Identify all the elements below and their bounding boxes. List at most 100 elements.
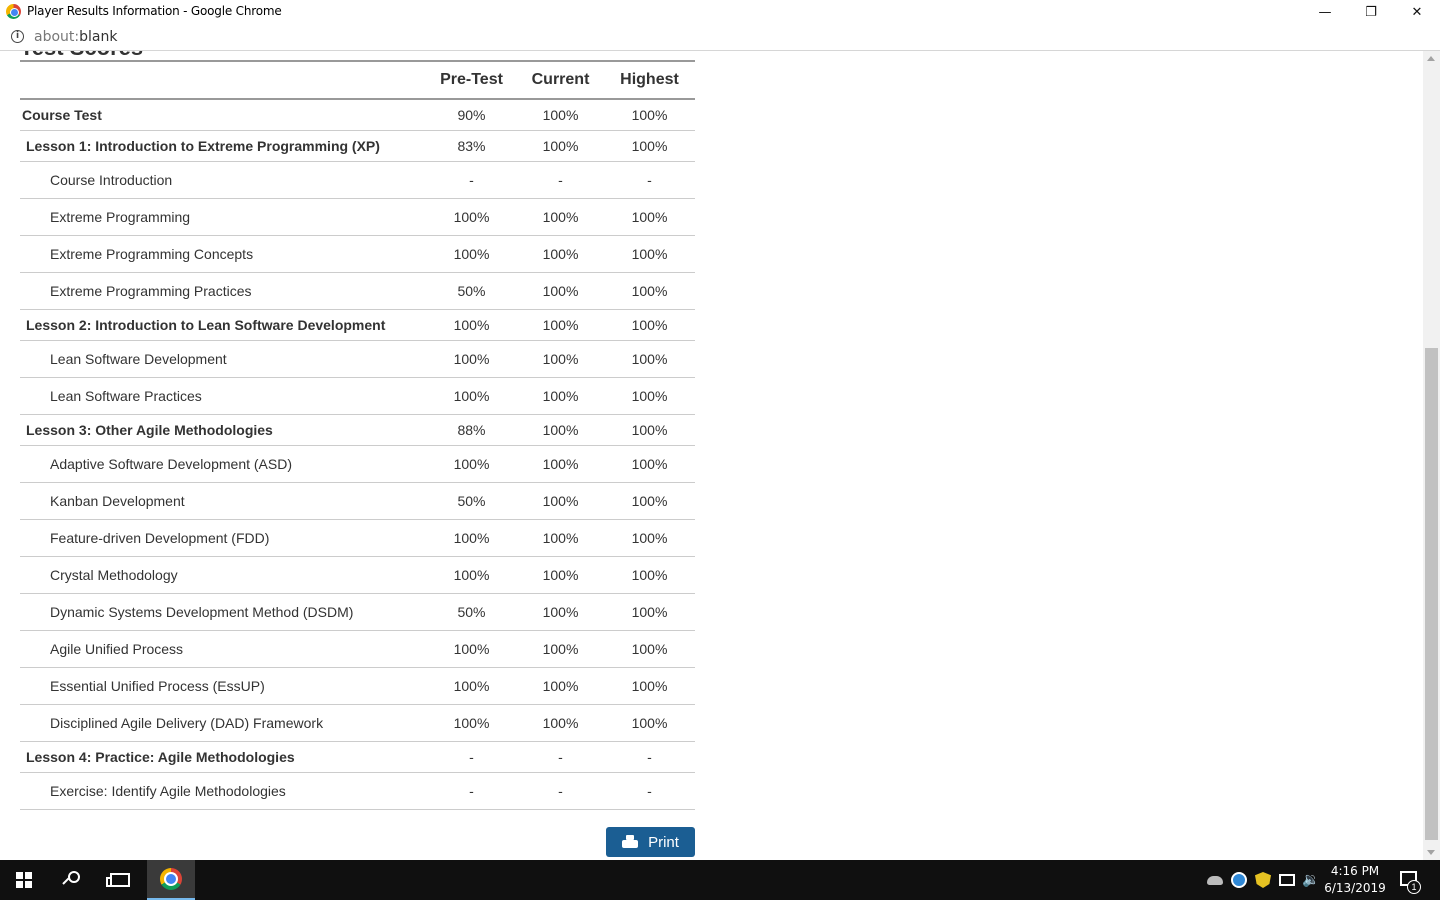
highest-score: 100% [604,130,695,162]
pre-test-score: - [426,161,517,199]
onedrive-icon[interactable] [1207,876,1223,885]
url-scheme: about: [34,29,80,45]
row-name: Extreme Programming [20,198,426,236]
current-score: 100% [517,272,604,310]
info-icon[interactable]: i [11,30,24,43]
current-score: 100% [517,340,604,378]
row-name: Kanban Development [20,482,426,520]
pre-test-score: 50% [426,482,517,520]
pre-test-score: 100% [426,704,517,742]
lesson-row: Lesson 1: Introduction to Extreme Progra… [20,130,695,162]
row-name: Lesson 1: Introduction to Extreme Progra… [20,130,426,162]
scroll-down-arrow-icon[interactable] [1427,850,1435,855]
highest-score: 100% [604,593,695,631]
topic-row: Extreme Programming Concepts 100% 100% 100% [20,235,695,273]
pre-test-score: 100% [426,309,517,341]
search-button[interactable] [48,860,96,900]
topic-row: Extreme Programming 100% 100% 100% [20,198,695,236]
start-button[interactable] [0,860,48,900]
topic-row: Feature-driven Development (FDD) 100% 100%… [20,519,695,557]
security-shield-icon[interactable] [1255,872,1271,888]
current-score: 100% [517,556,604,594]
pre-test-score: 100% [426,340,517,378]
window-title: Player Results Information - Google Chro… [27,4,282,18]
row-name: Dynamic Systems Development Method (DSDM… [20,593,426,631]
topic-row: Disciplined Agile Delivery (DAD) Framewo… [20,704,695,742]
highest-score: 100% [604,667,695,705]
globe-icon[interactable] [1231,872,1247,888]
pre-test-score: 100% [426,667,517,705]
pre-test-score: 88% [426,414,517,446]
row-name: Adaptive Software Development (ASD) [20,445,426,483]
row-name: Lean Software Development [20,340,426,378]
highest-score: 100% [604,198,695,236]
search-icon [62,871,81,889]
pre-test-score: - [426,741,517,773]
course-row: Course Test 90% 100% 100% [20,99,695,131]
current-score: - [517,741,604,773]
scores-table-body: Course Test 90% 100% 100% Lesson 1: Introduc… [20,99,695,810]
highest-score: 100% [604,340,695,378]
task-view-button[interactable] [96,860,144,900]
row-name: Lesson 2: Introduction to Lean Software … [20,309,426,341]
pre-test-score: 50% [426,272,517,310]
topic-row: Essential Unified Process (EssUP) 100% 100… [20,667,695,705]
highest-score: 100% [604,482,695,520]
topic-row: Extreme Programming Practices 50% 100% 100% [20,272,695,310]
row-name: Crystal Methodology [20,556,426,594]
highest-score: 100% [604,99,695,131]
chrome-taskbar-button[interactable] [147,860,195,900]
url-text[interactable]: about:blank [34,29,117,45]
pre-test-score: 100% [426,198,517,236]
row-name: Disciplined Agile Delivery (DAD) Framewo… [20,704,426,742]
vertical-scrollbar[interactable] [1423,51,1440,860]
minimize-button[interactable]: — [1302,0,1348,24]
address-bar[interactable]: i about:blank [0,24,1440,51]
pre-test-score: 100% [426,519,517,557]
row-name: Course Test [20,99,426,131]
highest-score: 100% [604,630,695,668]
close-button[interactable]: ✕ [1394,0,1440,24]
row-name: Course Introduction [20,161,426,199]
highest-score: 100% [604,309,695,341]
current-score: 100% [517,593,604,631]
highest-score: 100% [604,519,695,557]
taskbar-clock[interactable]: 4:16 PM 6/13/2019 [1316,863,1394,897]
highest-score: - [604,741,695,773]
current-score: 100% [517,519,604,557]
pre-test-score: - [426,772,517,810]
topic-row: Crystal Methodology 100% 100% 100% [20,556,695,594]
network-icon[interactable] [1279,874,1295,886]
topic-row: Lean Software Practices 100% 100% 100% [20,377,695,415]
topic-row: Course Introduction - - - [20,161,695,199]
pre-test-score: 100% [426,445,517,483]
scroll-up-arrow-icon[interactable] [1427,56,1435,61]
clock-date: 6/13/2019 [1324,881,1386,895]
current-score: 100% [517,482,604,520]
current-score: 100% [517,630,604,668]
highest-score: 100% [604,272,695,310]
highest-score: 100% [604,377,695,415]
highest-score: 100% [604,704,695,742]
current-score: - [517,161,604,199]
column-header-current: Current [517,62,604,100]
chrome-icon [160,868,182,890]
pre-test-score: 100% [426,377,517,415]
scrollbar-thumb[interactable] [1425,348,1438,840]
lesson-row: Lesson 4: Practice: Agile Methodologies -… [20,741,695,773]
pre-test-score: 100% [426,235,517,273]
pre-test-score: 100% [426,630,517,668]
row-name: Extreme Programming Concepts [20,235,426,273]
maximize-button[interactable]: ❐ [1348,0,1394,24]
topic-row: Lean Software Development 100% 100% 100% [20,340,695,378]
column-header-name [20,62,426,100]
print-button[interactable]: Print [606,827,695,857]
pre-test-score: 90% [426,99,517,131]
highest-score: 100% [604,556,695,594]
topic-row: Kanban Development 50% 100% 100% [20,482,695,520]
column-header-highest: Highest [604,62,695,100]
row-name: Lesson 3: Other Agile Methodologies [20,414,426,446]
scores-table: Pre-Test Current Highest Course Test 90% 1… [20,62,695,810]
current-score: 100% [517,309,604,341]
printer-icon [622,835,639,849]
